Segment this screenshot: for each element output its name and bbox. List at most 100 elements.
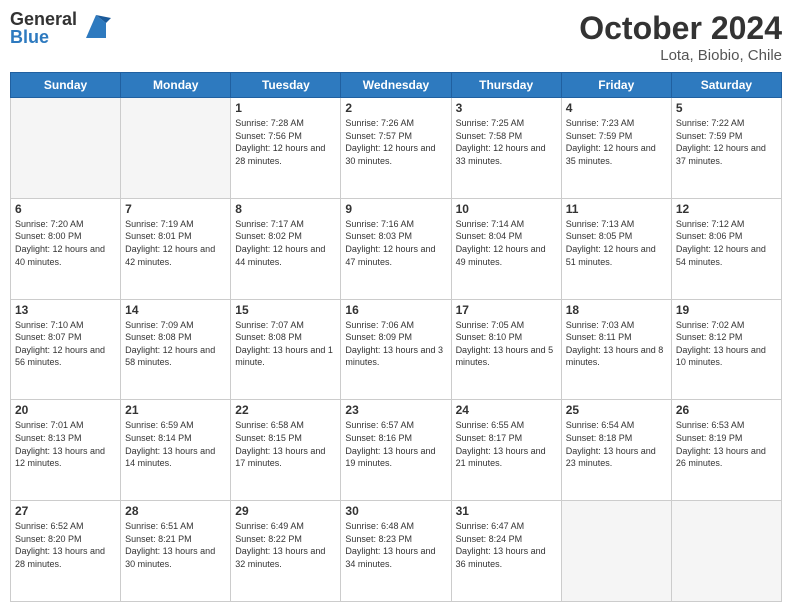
day-number: 15 <box>235 303 336 317</box>
calendar-day: 30 Sunrise: 6:48 AMSunset: 8:23 PMDayligh… <box>341 501 451 602</box>
logo: General Blue <box>10 10 111 46</box>
calendar-day: 3 Sunrise: 7:25 AMSunset: 7:58 PMDaylight… <box>451 98 561 199</box>
day-number: 8 <box>235 202 336 216</box>
calendar-week-3: 20 Sunrise: 7:01 AMSunset: 8:13 PMDayligh… <box>11 400 782 501</box>
day-info: Sunrise: 6:55 AMSunset: 8:17 PMDaylight:… <box>456 419 557 469</box>
day-number: 28 <box>125 504 226 518</box>
day-info: Sunrise: 7:12 AMSunset: 8:06 PMDaylight:… <box>676 218 777 268</box>
calendar-day: 7 Sunrise: 7:19 AMSunset: 8:01 PMDaylight… <box>121 198 231 299</box>
calendar-day: 17 Sunrise: 7:05 AMSunset: 8:10 PMDayligh… <box>451 299 561 400</box>
day-info: Sunrise: 7:25 AMSunset: 7:58 PMDaylight:… <box>456 117 557 167</box>
calendar-day: 21Sunrise: 6:59 AMSunset: 8:14 PMDayligh… <box>121 400 231 501</box>
day-number: 19 <box>676 303 777 317</box>
calendar-header-row: SundayMondayTuesdayWednesdayThursdayFrid… <box>11 73 782 98</box>
day-number: 23 <box>345 403 446 417</box>
day-info: Sunrise: 7:16 AMSunset: 8:03 PMDaylight:… <box>345 218 446 268</box>
logo-blue: Blue <box>10 28 77 46</box>
day-number: 2 <box>345 101 446 115</box>
calendar-day: 24 Sunrise: 6:55 AMSunset: 8:17 PMDayligh… <box>451 400 561 501</box>
day-info: Sunrise: 7:05 AMSunset: 8:10 PMDaylight:… <box>456 319 557 369</box>
day-number: 25 <box>566 403 667 417</box>
day-info: Sunrise: 7:26 AMSunset: 7:57 PMDaylight:… <box>345 117 446 167</box>
day-info: Sunrise: 6:48 AMSunset: 8:23 PMDaylight:… <box>345 520 446 570</box>
day-info: Sunrise: 7:13 AMSunset: 8:05 PMDaylight:… <box>566 218 667 268</box>
day-info: Sunrise: 6:52 AMSunset: 8:20 PMDaylight:… <box>15 520 116 570</box>
calendar-day: 2 Sunrise: 7:26 AMSunset: 7:57 PMDaylight… <box>341 98 451 199</box>
calendar-day: 27 Sunrise: 6:52 AMSunset: 8:20 PMDayligh… <box>11 501 121 602</box>
day-number: 14 <box>125 303 226 317</box>
logo-text: General Blue <box>10 10 77 46</box>
day-info: Sunrise: 7:22 AMSunset: 7:59 PMDaylight:… <box>676 117 777 167</box>
day-info: Sunrise: 7:14 AMSunset: 8:04 PMDaylight:… <box>456 218 557 268</box>
page: General Blue October 2024 Lota, Biobio, … <box>0 0 792 612</box>
calendar-day: 31Sunrise: 6:47 AMSunset: 8:24 PMDayligh… <box>451 501 561 602</box>
day-info: Sunrise: 7:03 AMSunset: 8:11 PMDaylight:… <box>566 319 667 369</box>
day-header-friday: Friday <box>561 73 671 98</box>
day-number: 11 <box>566 202 667 216</box>
day-number: 5 <box>676 101 777 115</box>
calendar-day <box>121 98 231 199</box>
day-info: Sunrise: 6:59 AMSunset: 8:14 PMDaylight:… <box>125 419 226 469</box>
calendar-day: 14Sunrise: 7:09 AMSunset: 8:08 PMDayligh… <box>121 299 231 400</box>
calendar-day: 18 Sunrise: 7:03 AMSunset: 8:11 PMDayligh… <box>561 299 671 400</box>
day-number: 30 <box>345 504 446 518</box>
day-info: Sunrise: 6:54 AMSunset: 8:18 PMDaylight:… <box>566 419 667 469</box>
day-number: 29 <box>235 504 336 518</box>
calendar-day: 29 Sunrise: 6:49 AMSunset: 8:22 PMDayligh… <box>231 501 341 602</box>
calendar-day: 11 Sunrise: 7:13 AMSunset: 8:05 PMDayligh… <box>561 198 671 299</box>
calendar-day <box>561 501 671 602</box>
calendar-day: 8Sunrise: 7:17 AMSunset: 8:02 PMDaylight… <box>231 198 341 299</box>
calendar-day: 28Sunrise: 6:51 AMSunset: 8:21 PMDayligh… <box>121 501 231 602</box>
day-info: Sunrise: 7:28 AMSunset: 7:56 PMDaylight:… <box>235 117 336 167</box>
calendar-day: 22 Sunrise: 6:58 AMSunset: 8:15 PMDayligh… <box>231 400 341 501</box>
day-info: Sunrise: 6:58 AMSunset: 8:15 PMDaylight:… <box>235 419 336 469</box>
calendar-day: 12 Sunrise: 7:12 AMSunset: 8:06 PMDayligh… <box>671 198 781 299</box>
day-header-monday: Monday <box>121 73 231 98</box>
day-info: Sunrise: 7:10 AMSunset: 8:07 PMDaylight:… <box>15 319 116 369</box>
calendar-day: 23Sunrise: 6:57 AMSunset: 8:16 PMDayligh… <box>341 400 451 501</box>
calendar-day <box>11 98 121 199</box>
day-info: Sunrise: 7:19 AMSunset: 8:01 PMDaylight:… <box>125 218 226 268</box>
calendar-table: SundayMondayTuesdayWednesdayThursdayFrid… <box>10 72 782 602</box>
day-info: Sunrise: 7:07 AMSunset: 8:08 PMDaylight:… <box>235 319 336 369</box>
calendar-week-4: 27 Sunrise: 6:52 AMSunset: 8:20 PMDayligh… <box>11 501 782 602</box>
day-info: Sunrise: 6:49 AMSunset: 8:22 PMDaylight:… <box>235 520 336 570</box>
day-info: Sunrise: 7:01 AMSunset: 8:13 PMDaylight:… <box>15 419 116 469</box>
day-header-thursday: Thursday <box>451 73 561 98</box>
calendar-day: 19 Sunrise: 7:02 AMSunset: 8:12 PMDayligh… <box>671 299 781 400</box>
day-number: 20 <box>15 403 116 417</box>
month-title: October 2024 <box>579 10 782 47</box>
header: General Blue October 2024 Lota, Biobio, … <box>10 10 782 64</box>
day-number: 31 <box>456 504 557 518</box>
calendar-day: 4Sunrise: 7:23 AMSunset: 7:59 PMDaylight… <box>561 98 671 199</box>
day-number: 18 <box>566 303 667 317</box>
day-number: 6 <box>15 202 116 216</box>
calendar-week-0: 1 Sunrise: 7:28 AMSunset: 7:56 PMDaylight… <box>11 98 782 199</box>
calendar-day: 13 Sunrise: 7:10 AMSunset: 8:07 PMDayligh… <box>11 299 121 400</box>
day-number: 9 <box>345 202 446 216</box>
day-number: 12 <box>676 202 777 216</box>
day-number: 3 <box>456 101 557 115</box>
day-header-tuesday: Tuesday <box>231 73 341 98</box>
day-number: 27 <box>15 504 116 518</box>
calendar-day: 25 Sunrise: 6:54 AMSunset: 8:18 PMDayligh… <box>561 400 671 501</box>
day-info: Sunrise: 7:06 AMSunset: 8:09 PMDaylight:… <box>345 319 446 369</box>
day-number: 26 <box>676 403 777 417</box>
day-number: 7 <box>125 202 226 216</box>
day-number: 1 <box>235 101 336 115</box>
day-info: Sunrise: 7:23 AMSunset: 7:59 PMDaylight:… <box>566 117 667 167</box>
calendar-week-2: 13 Sunrise: 7:10 AMSunset: 8:07 PMDayligh… <box>11 299 782 400</box>
calendar-day: 16 Sunrise: 7:06 AMSunset: 8:09 PMDayligh… <box>341 299 451 400</box>
day-number: 13 <box>15 303 116 317</box>
day-number: 16 <box>345 303 446 317</box>
day-number: 24 <box>456 403 557 417</box>
day-info: Sunrise: 6:53 AMSunset: 8:19 PMDaylight:… <box>676 419 777 469</box>
day-number: 17 <box>456 303 557 317</box>
day-number: 22 <box>235 403 336 417</box>
day-info: Sunrise: 7:02 AMSunset: 8:12 PMDaylight:… <box>676 319 777 369</box>
calendar-day: 15 Sunrise: 7:07 AMSunset: 8:08 PMDayligh… <box>231 299 341 400</box>
calendar-week-1: 6Sunrise: 7:20 AMSunset: 8:00 PMDaylight… <box>11 198 782 299</box>
title-block: October 2024 Lota, Biobio, Chile <box>579 10 782 64</box>
day-number: 10 <box>456 202 557 216</box>
calendar-day <box>671 501 781 602</box>
